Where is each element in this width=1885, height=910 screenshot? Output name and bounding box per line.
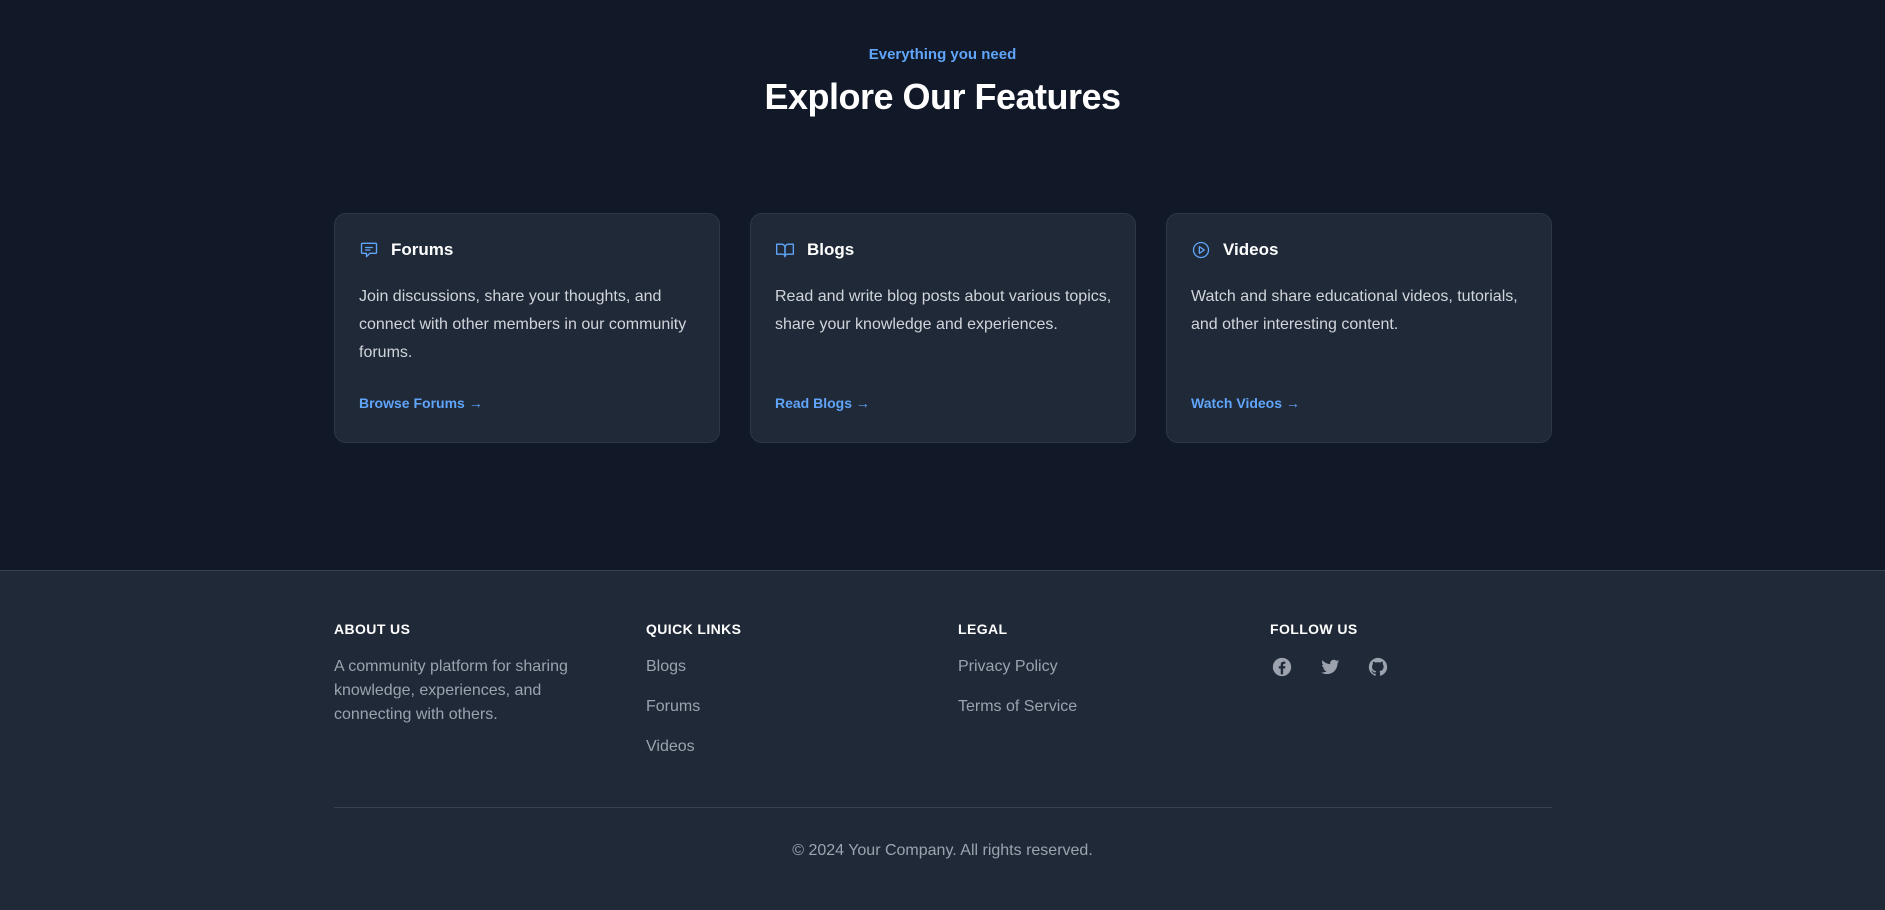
browse-forums-link[interactable]: Browse Forums → bbox=[359, 395, 483, 411]
footer-quick-links-title: QUICK LINKS bbox=[646, 621, 742, 637]
footer-quick-links: QUICK LINKS Blogs Forums Videos bbox=[646, 621, 926, 775]
twitter-icon[interactable] bbox=[1318, 655, 1342, 679]
card-title: Blogs bbox=[807, 240, 855, 259]
card-description: Read and write blog posts about various … bbox=[775, 288, 1112, 333]
card-header: Forums bbox=[359, 240, 453, 260]
card-header: Videos bbox=[1191, 240, 1278, 260]
card-description: Join discussions, share your thoughts, a… bbox=[359, 288, 687, 361]
chat-bubble-icon bbox=[359, 240, 379, 260]
footer-link-privacy-policy[interactable]: Privacy Policy bbox=[958, 655, 1238, 695]
footer-copyright: © 2024 Your Company. All rights reserved… bbox=[792, 842, 1093, 859]
footer-legal: LEGAL Privacy Policy Terms of Service bbox=[958, 621, 1238, 735]
feature-card-blogs: Blogs Read and write blog posts about va… bbox=[750, 213, 1136, 443]
footer-link-videos[interactable]: Videos bbox=[646, 735, 926, 775]
footer-link-forums[interactable]: Forums bbox=[646, 695, 926, 735]
watch-videos-link[interactable]: Watch Videos → bbox=[1191, 395, 1300, 411]
footer-follow-title: FOLLOW US bbox=[1270, 621, 1358, 637]
footer-follow: FOLLOW US bbox=[1270, 621, 1550, 679]
feature-card-videos: Videos Watch and share educational video… bbox=[1166, 213, 1552, 443]
card-title: Forums bbox=[391, 240, 454, 259]
footer-about-text: A community platform for sharing knowled… bbox=[334, 658, 568, 723]
footer-about-title: ABOUT US bbox=[334, 621, 411, 637]
feature-card-forums: Forums Join discussions, share your thou… bbox=[334, 213, 720, 443]
footer-about: ABOUT US A community platform for sharin… bbox=[334, 621, 614, 727]
play-circle-icon bbox=[1191, 240, 1211, 260]
footer-link-terms-of-service[interactable]: Terms of Service bbox=[958, 695, 1238, 735]
card-title: Videos bbox=[1223, 240, 1279, 259]
card-header: Blogs bbox=[775, 240, 854, 260]
github-icon[interactable] bbox=[1366, 655, 1390, 679]
site-footer: ABOUT US A community platform for sharin… bbox=[0, 570, 1885, 910]
footer-link-blogs[interactable]: Blogs bbox=[646, 655, 926, 695]
features-eyebrow: Everything you need bbox=[868, 46, 1017, 63]
card-description: Watch and share educational videos, tuto… bbox=[1191, 288, 1518, 333]
read-blogs-link[interactable]: Read Blogs → bbox=[775, 395, 870, 411]
footer-legal-title: LEGAL bbox=[958, 621, 1008, 637]
facebook-icon[interactable] bbox=[1270, 655, 1294, 679]
footer-divider bbox=[334, 807, 1552, 808]
features-section: Everything you need Explore Our Features… bbox=[0, 0, 1885, 570]
book-open-icon bbox=[775, 240, 795, 260]
features-heading: Explore Our Features bbox=[764, 76, 1121, 117]
